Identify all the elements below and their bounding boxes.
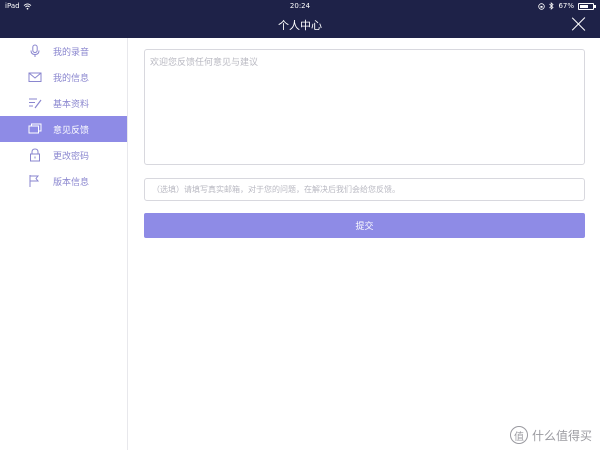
status-bar: iPad 20:24 67% (0, 0, 600, 12)
feedback-textarea[interactable] (144, 49, 585, 165)
contact-email-input[interactable] (144, 178, 585, 201)
lock-icon (28, 148, 42, 162)
watermark-logo-icon: 值 (509, 426, 528, 444)
status-right: 67% (538, 2, 596, 10)
rotation-lock-icon (538, 2, 546, 10)
sidebar-item-label: 基本资料 (53, 100, 90, 110)
sidebar-item-feedback[interactable]: 意见反馈 (0, 116, 127, 142)
close-icon[interactable] (572, 17, 586, 31)
sidebar-item-label: 版本信息 (53, 178, 90, 188)
sidebar-item-label: 更改密码 (53, 152, 90, 162)
submit-button[interactable]: 提交 (144, 213, 585, 238)
feedback-panel: 提交 (129, 38, 600, 450)
status-time: 20:24 (289, 2, 311, 10)
page-title: 个人中心 (278, 19, 322, 32)
sidebar-item-label: 我的录音 (53, 48, 90, 58)
sidebar-item-profile[interactable]: 基本资料 (0, 90, 127, 116)
sidebar-item-messages[interactable]: 我的信息 (0, 64, 127, 90)
feedback-icon (28, 122, 42, 136)
watermark-text: 什么值得买 (531, 428, 592, 443)
battery-fill (580, 4, 588, 8)
sidebar: 我的录音 我的信息 基本资料 意见反馈 更改密码 版本信息 (0, 38, 128, 450)
sidebar-item-password[interactable]: 更改密码 (0, 142, 127, 168)
battery-icon (578, 2, 596, 10)
top-bar: iPad 20:24 67% 个人中心 (0, 0, 600, 38)
sidebar-item-version[interactable]: 版本信息 (0, 168, 127, 194)
sidebar-item-label: 意见反馈 (53, 126, 90, 136)
envelope-icon (28, 70, 42, 84)
microphone-icon (28, 44, 42, 58)
flag-icon (28, 174, 42, 188)
sidebar-item-label: 我的信息 (53, 74, 90, 84)
sidebar-item-recordings[interactable]: 我的录音 (0, 38, 127, 64)
battery-percent: 67% (558, 2, 574, 10)
watermark: 值 什么值得买 (509, 426, 592, 444)
bluetooth-icon (549, 2, 555, 10)
edit-list-icon (28, 96, 42, 110)
